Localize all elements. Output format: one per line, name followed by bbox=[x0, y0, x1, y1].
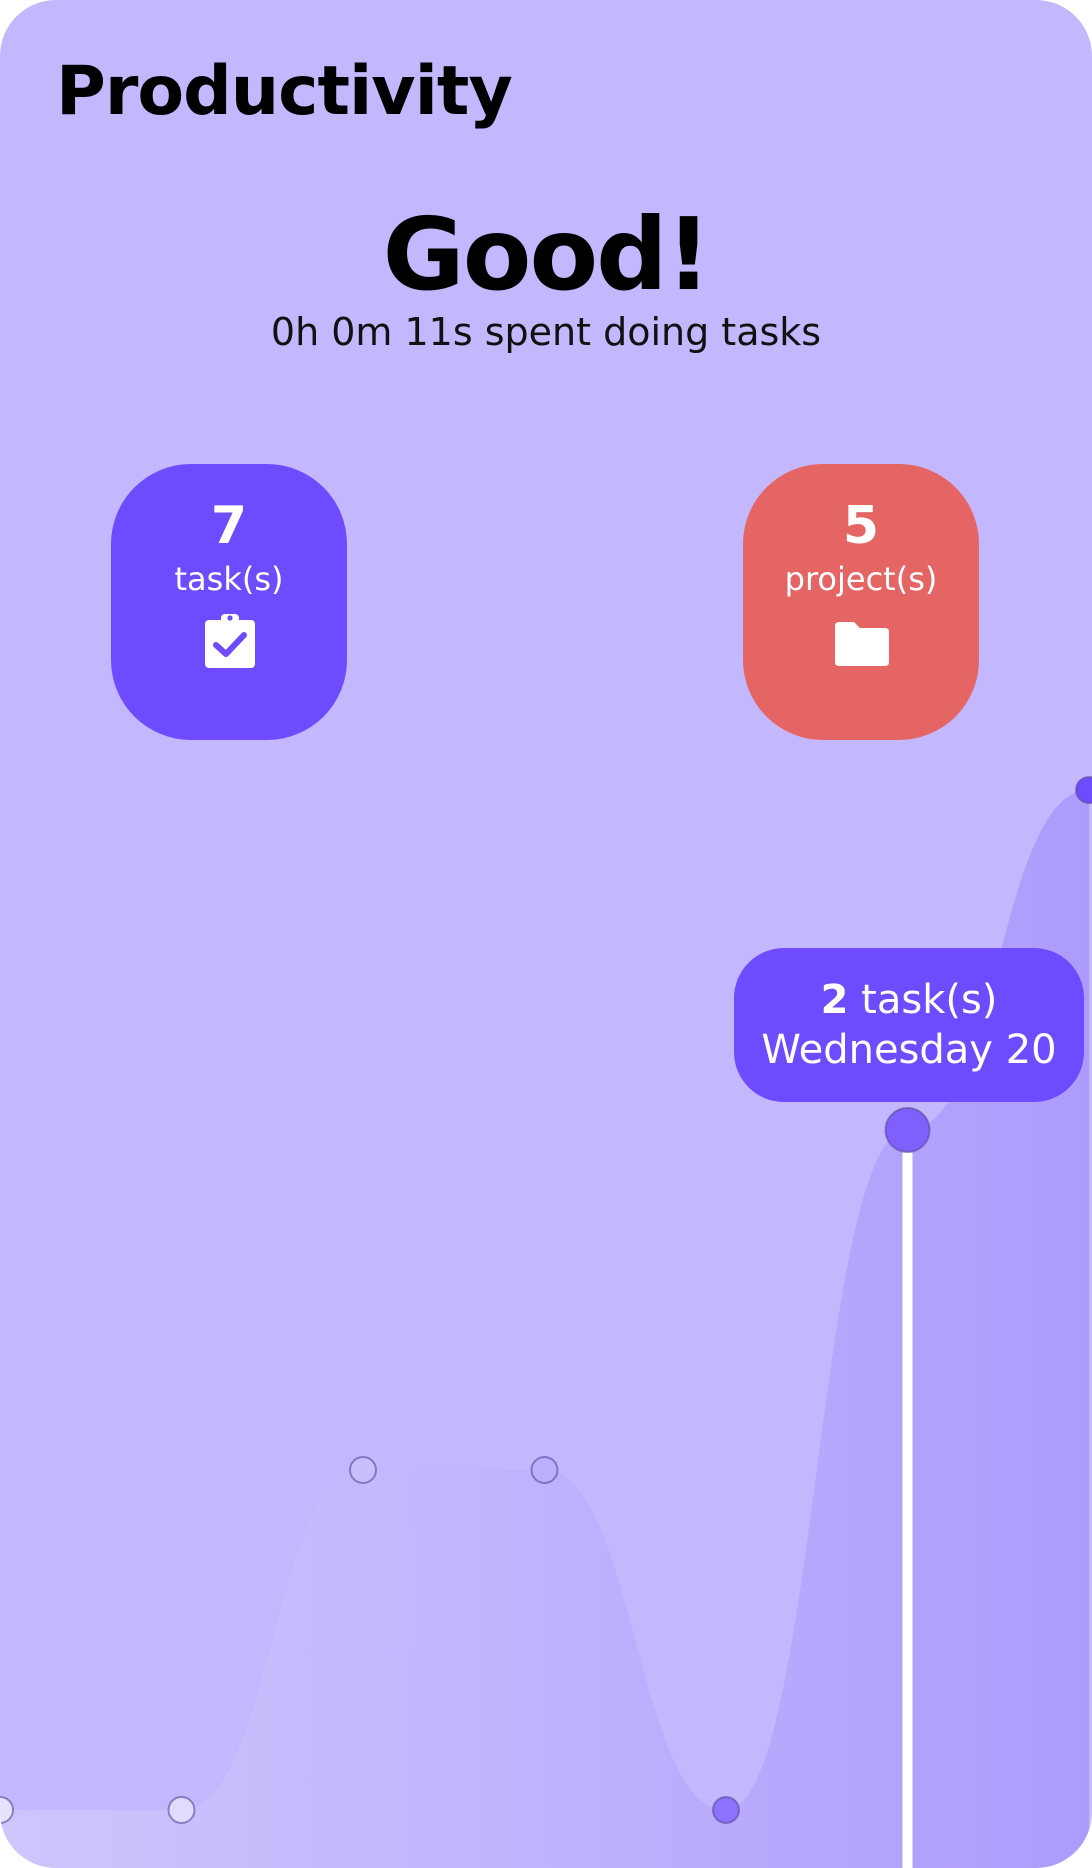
chart-point-5[interactable] bbox=[884, 1107, 931, 1153]
clipboard-check-icon bbox=[205, 614, 255, 668]
projects-count: 5 bbox=[842, 496, 880, 556]
projects-stat-card[interactable]: 5 project(s) bbox=[743, 464, 979, 740]
chart-tooltip: 2 task(s) Wednesday 20 bbox=[734, 948, 1084, 1102]
tasks-stat-card[interactable]: 7 task(s) bbox=[111, 464, 347, 740]
chart-point-3[interactable] bbox=[530, 1456, 559, 1484]
chart-point-1[interactable] bbox=[167, 1796, 196, 1824]
productivity-rating: Good! bbox=[382, 196, 712, 313]
chart-point-6[interactable] bbox=[1075, 776, 1092, 804]
productivity-screen: Productivity Good! 0h 0m 11s spent doing… bbox=[0, 0, 1092, 1868]
tasks-label: task(s) bbox=[174, 560, 284, 598]
page-title: Productivity bbox=[56, 52, 513, 131]
tooltip-unit: task(s) bbox=[861, 977, 998, 1023]
chart-point-4[interactable] bbox=[712, 1796, 740, 1824]
selected-day-indicator bbox=[902, 1130, 913, 1868]
tooltip-count: 2 bbox=[820, 977, 849, 1023]
tasks-count: 7 bbox=[210, 496, 248, 556]
tooltip-day: Wednesday 20 bbox=[761, 1027, 1057, 1073]
chart-point-2[interactable] bbox=[349, 1456, 377, 1484]
projects-label: project(s) bbox=[784, 560, 938, 598]
folder-icon bbox=[835, 622, 889, 666]
time-spent-text: 0h 0m 11s spent doing tasks bbox=[270, 310, 822, 354]
